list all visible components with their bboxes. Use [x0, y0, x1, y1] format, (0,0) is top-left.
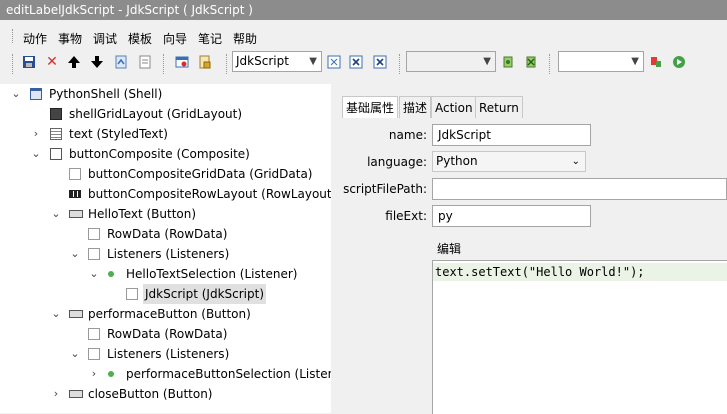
grid-layout-icon [50, 108, 62, 120]
move-down-icon[interactable] [88, 53, 106, 71]
name-label: name: [388, 128, 427, 142]
script-select[interactable]: JdkScript ▼ [232, 51, 322, 72]
menu-wizard[interactable]: 向导 [163, 31, 187, 47]
menu-grip [12, 29, 16, 43]
debug-icon[interactable] [173, 53, 191, 71]
chevron-down-icon: ▼ [631, 56, 639, 67]
language-select[interactable]: Python ⌄ [432, 151, 586, 172]
page-icon [126, 288, 138, 300]
tree-node-label: performaceButtonSelection (Listene [126, 367, 331, 381]
menu-thing[interactable]: 事物 [58, 31, 82, 47]
chevron-right-icon[interactable]: › [88, 364, 100, 384]
tree-node-label: RowData (RowData) [107, 227, 228, 241]
listener-dot-icon [108, 271, 114, 277]
window-icon [30, 88, 42, 100]
document-icon[interactable] [136, 53, 154, 71]
combo-2[interactable]: ▼ [406, 51, 496, 72]
editor-label: 编辑 [437, 242, 462, 256]
tree-node-label: buttonCompositeRowLayout (RowLayout) [88, 187, 331, 201]
chevron-right-icon[interactable]: › [50, 384, 62, 404]
save-icon[interactable] [20, 53, 38, 71]
tree-node-label: HelloTextSelection (Listener) [126, 267, 298, 281]
toolbar-grip [12, 54, 16, 74]
tree-node-label: buttonCompositeGridData (GridData) [88, 167, 313, 181]
page-icon [88, 328, 100, 340]
tree-node-label: PythonShell (Shell) [49, 87, 163, 101]
chevron-down-icon[interactable]: ⌄ [69, 244, 81, 264]
code-editor[interactable]: text.setText("Hello World!"); [432, 260, 727, 414]
plugin-icon[interactable] [499, 53, 517, 71]
combo-3[interactable]: ▼ [558, 51, 644, 72]
menu-help[interactable]: 帮助 [233, 31, 257, 47]
script-file-path-field[interactable] [432, 178, 727, 200]
tree-node-label: closeButton (Button) [88, 387, 213, 401]
chevron-down-icon: ▼ [483, 56, 491, 67]
tab-action[interactable]: Action [431, 96, 477, 118]
window-title: editLabelJdkScript - JdkScript ( JdkScri… [0, 0, 727, 20]
menu-bar: 动作 事物 调试 模板 向导 笔记 帮助 [0, 20, 727, 48]
toolbar-grip-2 [163, 54, 167, 74]
tree-node-label: JdkScript (JdkScript) [143, 284, 266, 304]
object-tree[interactable]: ⌄ PythonShell (Shell) shellGridLayout (G… [0, 84, 331, 413]
stop-icon[interactable] [647, 53, 665, 71]
text-icon [50, 128, 62, 140]
chevron-down-icon: ⌄ [571, 156, 580, 167]
tree-node-label: buttonComposite (Composite) [69, 147, 250, 161]
refresh-icon[interactable] [112, 53, 130, 71]
script-select-value: JdkScript [236, 54, 289, 68]
chevron-down-icon[interactable]: ⌄ [10, 84, 22, 104]
menu-debug[interactable]: 调试 [93, 31, 117, 47]
chevron-down-icon[interactable]: ⌄ [50, 204, 62, 224]
code-line[interactable]: text.setText("Hello World!"); [433, 263, 727, 281]
composite-icon [50, 148, 62, 160]
toolbar-grip-3 [226, 54, 230, 74]
script-icon[interactable] [325, 53, 343, 71]
page-icon [88, 228, 100, 240]
xml-close-icon[interactable] [371, 53, 389, 71]
script-file-path-label: scriptFilePath: [343, 182, 427, 196]
chevron-right-icon[interactable]: › [30, 124, 42, 144]
file-ext-field[interactable]: py [432, 205, 591, 227]
tree-node-label: shellGridLayout (GridLayout) [69, 107, 243, 121]
menu-action[interactable]: 动作 [23, 31, 47, 47]
tree-node-label: Listeners (Listeners) [107, 247, 230, 261]
tab-description[interactable]: 描述 [399, 96, 432, 118]
toolbar-grip-5 [549, 54, 553, 74]
chevron-down-icon[interactable]: ⌄ [50, 304, 62, 324]
delete-icon[interactable]: ✕ [43, 53, 61, 71]
tree-node-label: text (StyledText) [69, 127, 168, 141]
page-icon [69, 168, 81, 180]
listener-dot-icon [108, 371, 114, 377]
toolbar-grip-4 [399, 54, 403, 74]
button-icon [69, 210, 83, 218]
button-icon [69, 310, 83, 318]
lock-icon[interactable] [196, 53, 214, 71]
chevron-down-icon[interactable]: ⌄ [30, 144, 42, 164]
tree-node-label: RowData (RowData) [107, 327, 228, 341]
button-icon [69, 390, 83, 398]
run-icon[interactable] [670, 53, 688, 71]
toolbar: ✕ JdkScript ▼ ▼ ▼ [0, 48, 727, 78]
language-label: language: [367, 155, 427, 169]
page-icon [88, 248, 100, 260]
chevron-down-icon[interactable]: ⌄ [69, 344, 81, 364]
name-field[interactable]: JdkScript [432, 124, 591, 146]
page-icon [88, 348, 100, 360]
move-up-icon[interactable] [65, 53, 83, 71]
language-select-value: Python [436, 154, 478, 168]
chevron-down-icon: ▼ [309, 56, 317, 67]
tree-node-label: performaceButton (Button) [88, 307, 251, 321]
file-ext-label: fileExt: [385, 209, 427, 223]
xml-icon[interactable] [347, 53, 365, 71]
tree-node-label: Listeners (Listeners) [107, 347, 230, 361]
menu-template[interactable]: 模板 [128, 31, 152, 47]
tree-node-label: HelloText (Button) [88, 207, 197, 221]
chevron-down-icon[interactable]: ⌄ [88, 264, 100, 284]
tab-basic-properties[interactable]: 基础属性 [342, 96, 399, 118]
tab-return[interactable]: Return [475, 96, 523, 118]
menu-notes[interactable]: 笔记 [198, 31, 222, 47]
row-layout-icon [69, 190, 81, 198]
plugin-remove-icon[interactable] [522, 53, 540, 71]
